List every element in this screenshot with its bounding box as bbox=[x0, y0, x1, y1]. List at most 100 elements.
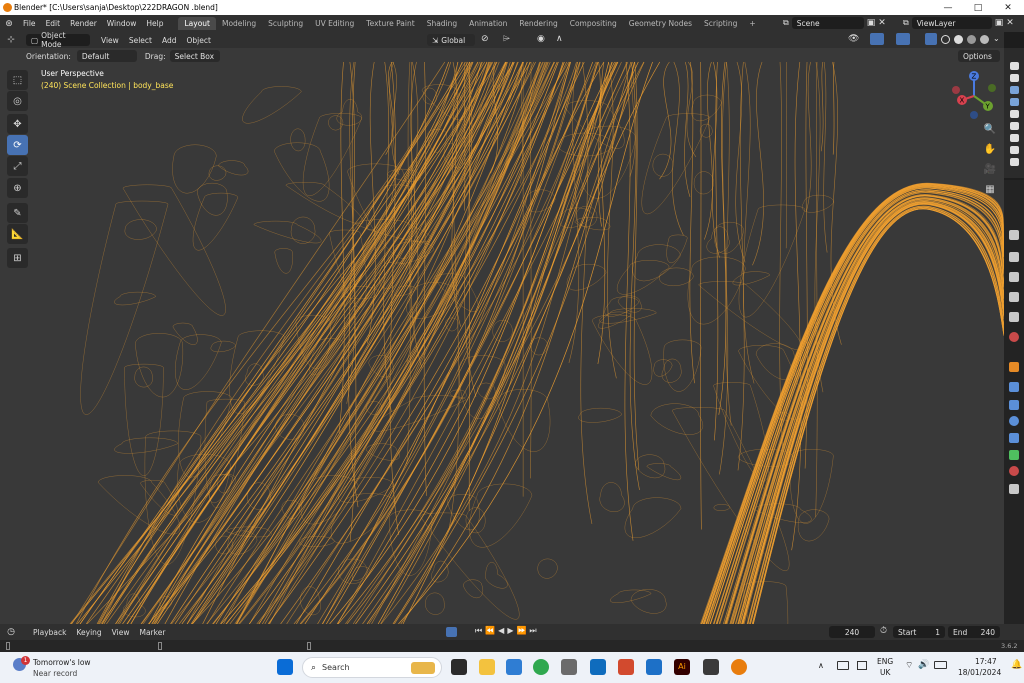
keying-menu[interactable]: Keying bbox=[71, 628, 106, 637]
tab-sculpting[interactable]: Sculpting bbox=[262, 17, 309, 30]
shading-options-icon[interactable]: ⌄ bbox=[993, 34, 1000, 43]
menu-file[interactable]: File bbox=[18, 19, 41, 28]
current-frame-field[interactable]: 240 bbox=[829, 626, 875, 638]
gizmo-neg-z[interactable] bbox=[970, 111, 978, 119]
tab-compositing[interactable]: Compositing bbox=[564, 17, 623, 30]
menu-render[interactable]: Render bbox=[65, 19, 102, 28]
material-properties-icon[interactable] bbox=[1009, 466, 1019, 476]
gizmo-neg-x[interactable] bbox=[952, 86, 960, 94]
collection-toggle-icon[interactable] bbox=[1010, 134, 1019, 142]
pan-hand-icon[interactable]: ✋ bbox=[982, 141, 998, 157]
select-box-tool[interactable]: ⬚ bbox=[7, 70, 28, 90]
gizmo-neg-y[interactable] bbox=[988, 84, 996, 92]
timeline-scrubber[interactable]: 3.6.2 bbox=[0, 640, 1024, 652]
keyboard-icon[interactable] bbox=[837, 661, 849, 670]
rendered-shading-icon[interactable] bbox=[980, 35, 989, 44]
tray-chevron-icon[interactable]: ∧ bbox=[818, 661, 824, 670]
start-button-icon[interactable] bbox=[277, 659, 293, 675]
xray-toggle-icon[interactable] bbox=[925, 33, 937, 45]
stopwatch-icon[interactable]: ⏱ bbox=[880, 626, 887, 636]
cursor-tool[interactable]: ◎ bbox=[7, 91, 28, 111]
tab-layout[interactable]: Layout bbox=[178, 17, 216, 30]
marker-menu[interactable]: Marker bbox=[134, 628, 170, 637]
solid-shading-icon[interactable] bbox=[954, 35, 963, 44]
camera-view-icon[interactable]: 🎥 bbox=[982, 161, 998, 177]
delete-scene-icon[interactable]: ✕ bbox=[878, 18, 886, 28]
task-view-icon[interactable] bbox=[451, 659, 467, 675]
wireframe-shading-icon[interactable] bbox=[941, 35, 950, 44]
tab-texture-paint[interactable]: Texture Paint bbox=[360, 17, 420, 30]
delete-viewlayer-icon[interactable]: ✕ bbox=[1006, 18, 1014, 28]
collection-toggle-icon[interactable] bbox=[1010, 146, 1019, 154]
tab-rendering[interactable]: Rendering bbox=[513, 17, 563, 30]
battery-icon[interactable] bbox=[934, 661, 947, 669]
tab-scripting[interactable]: Scripting bbox=[698, 17, 743, 30]
collection-toggle-icon[interactable] bbox=[1010, 74, 1019, 82]
blender-taskbar-icon[interactable] bbox=[731, 659, 747, 675]
viewlayer-selector[interactable]: ViewLayer bbox=[911, 17, 992, 29]
tab-modeling[interactable]: Modeling bbox=[216, 17, 262, 30]
mail-icon[interactable] bbox=[646, 659, 662, 675]
move-tool[interactable]: ✥ bbox=[7, 114, 28, 134]
drag-dropdown[interactable]: Select Box bbox=[169, 50, 220, 62]
measure-tool[interactable]: 📐 bbox=[7, 224, 28, 244]
close-button[interactable]: ✕ bbox=[993, 0, 1023, 15]
scroll-handle-right[interactable] bbox=[307, 642, 311, 650]
tab-animation[interactable]: Animation bbox=[463, 17, 513, 30]
navigation-gizmo[interactable]: Z X Y bbox=[946, 68, 1002, 124]
add-workspace-button[interactable]: + bbox=[743, 17, 761, 30]
sticky-notes-icon[interactable] bbox=[703, 659, 719, 675]
editor-type-icon[interactable]: ⊹ bbox=[0, 35, 22, 45]
options-dropdown[interactable]: Options bbox=[958, 50, 1000, 62]
end-frame-field[interactable]: End 240 bbox=[948, 626, 1000, 638]
3d-viewport[interactable]: User Perspective (240) Scene Collection … bbox=[0, 48, 1004, 624]
mode-dropdown[interactable]: ▢ Object Mode bbox=[26, 31, 90, 49]
tab-uv-editing[interactable]: UV Editing bbox=[309, 17, 360, 30]
notification-bell-icon[interactable]: 🔔 bbox=[1011, 660, 1022, 670]
menu-help[interactable]: Help bbox=[141, 19, 168, 28]
record-toggle-icon[interactable] bbox=[446, 627, 457, 637]
start-frame-field[interactable]: Start 1 bbox=[893, 626, 945, 638]
settings-icon[interactable] bbox=[561, 659, 577, 675]
playback-menu[interactable]: Playback bbox=[28, 628, 71, 637]
new-scene-icon[interactable]: ▣ bbox=[867, 18, 876, 28]
language-label[interactable]: ENG bbox=[877, 657, 893, 666]
proportional-edit-icon[interactable]: ◉ bbox=[537, 34, 545, 44]
file-explorer-icon[interactable] bbox=[479, 659, 495, 675]
display-icon[interactable] bbox=[857, 661, 867, 670]
data-properties-icon[interactable] bbox=[1009, 450, 1019, 460]
particle-properties-icon[interactable] bbox=[1009, 400, 1019, 410]
add-menu[interactable]: Add bbox=[157, 36, 182, 45]
outlook-icon[interactable] bbox=[590, 659, 606, 675]
maximize-button[interactable]: □ bbox=[963, 0, 993, 15]
zoom-icon[interactable]: 🔍 bbox=[982, 121, 998, 137]
menu-edit[interactable]: Edit bbox=[41, 19, 66, 28]
transform-orientation-dropdown[interactable]: ⇲ Global bbox=[427, 34, 475, 46]
chrome-icon[interactable] bbox=[533, 659, 549, 675]
snap-icon[interactable]: ⌲ bbox=[503, 34, 510, 44]
viewlayer-icon[interactable]: ⧉ bbox=[903, 18, 909, 28]
scale-tool[interactable]: ⤢ bbox=[7, 156, 28, 176]
tab-shading[interactable]: Shading bbox=[421, 17, 463, 30]
scroll-handle-left[interactable] bbox=[6, 642, 10, 650]
timeline-editor-icon[interactable]: ◷ bbox=[0, 627, 22, 637]
transform-tool[interactable]: ⊕ bbox=[7, 178, 28, 198]
collection-toggle-icon[interactable] bbox=[1010, 122, 1019, 130]
object-properties-icon[interactable] bbox=[1009, 362, 1019, 372]
output-properties-icon[interactable] bbox=[1009, 272, 1019, 282]
annotate-tool[interactable]: ✎ bbox=[7, 203, 28, 223]
rotate-tool[interactable]: ⟳ bbox=[7, 135, 28, 155]
playback-controls-icon[interactable]: ⏮⏪◀▶⏩⏭ bbox=[475, 626, 540, 636]
orientation-dropdown[interactable]: Default bbox=[76, 50, 137, 62]
tool-properties-icon[interactable] bbox=[1009, 230, 1019, 240]
gizmo-toggle-icon[interactable] bbox=[870, 33, 884, 45]
scroll-handle-mid[interactable] bbox=[158, 642, 162, 650]
scene-selector[interactable]: Scene bbox=[791, 17, 864, 29]
illustrator-icon[interactable]: Ai bbox=[674, 659, 690, 675]
tab-geometry-nodes[interactable]: Geometry Nodes bbox=[623, 17, 698, 30]
clock-time[interactable]: 17:47 bbox=[975, 657, 997, 666]
blender-menu-icon[interactable]: ⊛ bbox=[0, 19, 18, 29]
menu-window[interactable]: Window bbox=[102, 19, 142, 28]
wifi-icon[interactable]: ⌔ bbox=[905, 660, 913, 671]
pivot-icon[interactable]: ⊘ bbox=[481, 34, 489, 44]
